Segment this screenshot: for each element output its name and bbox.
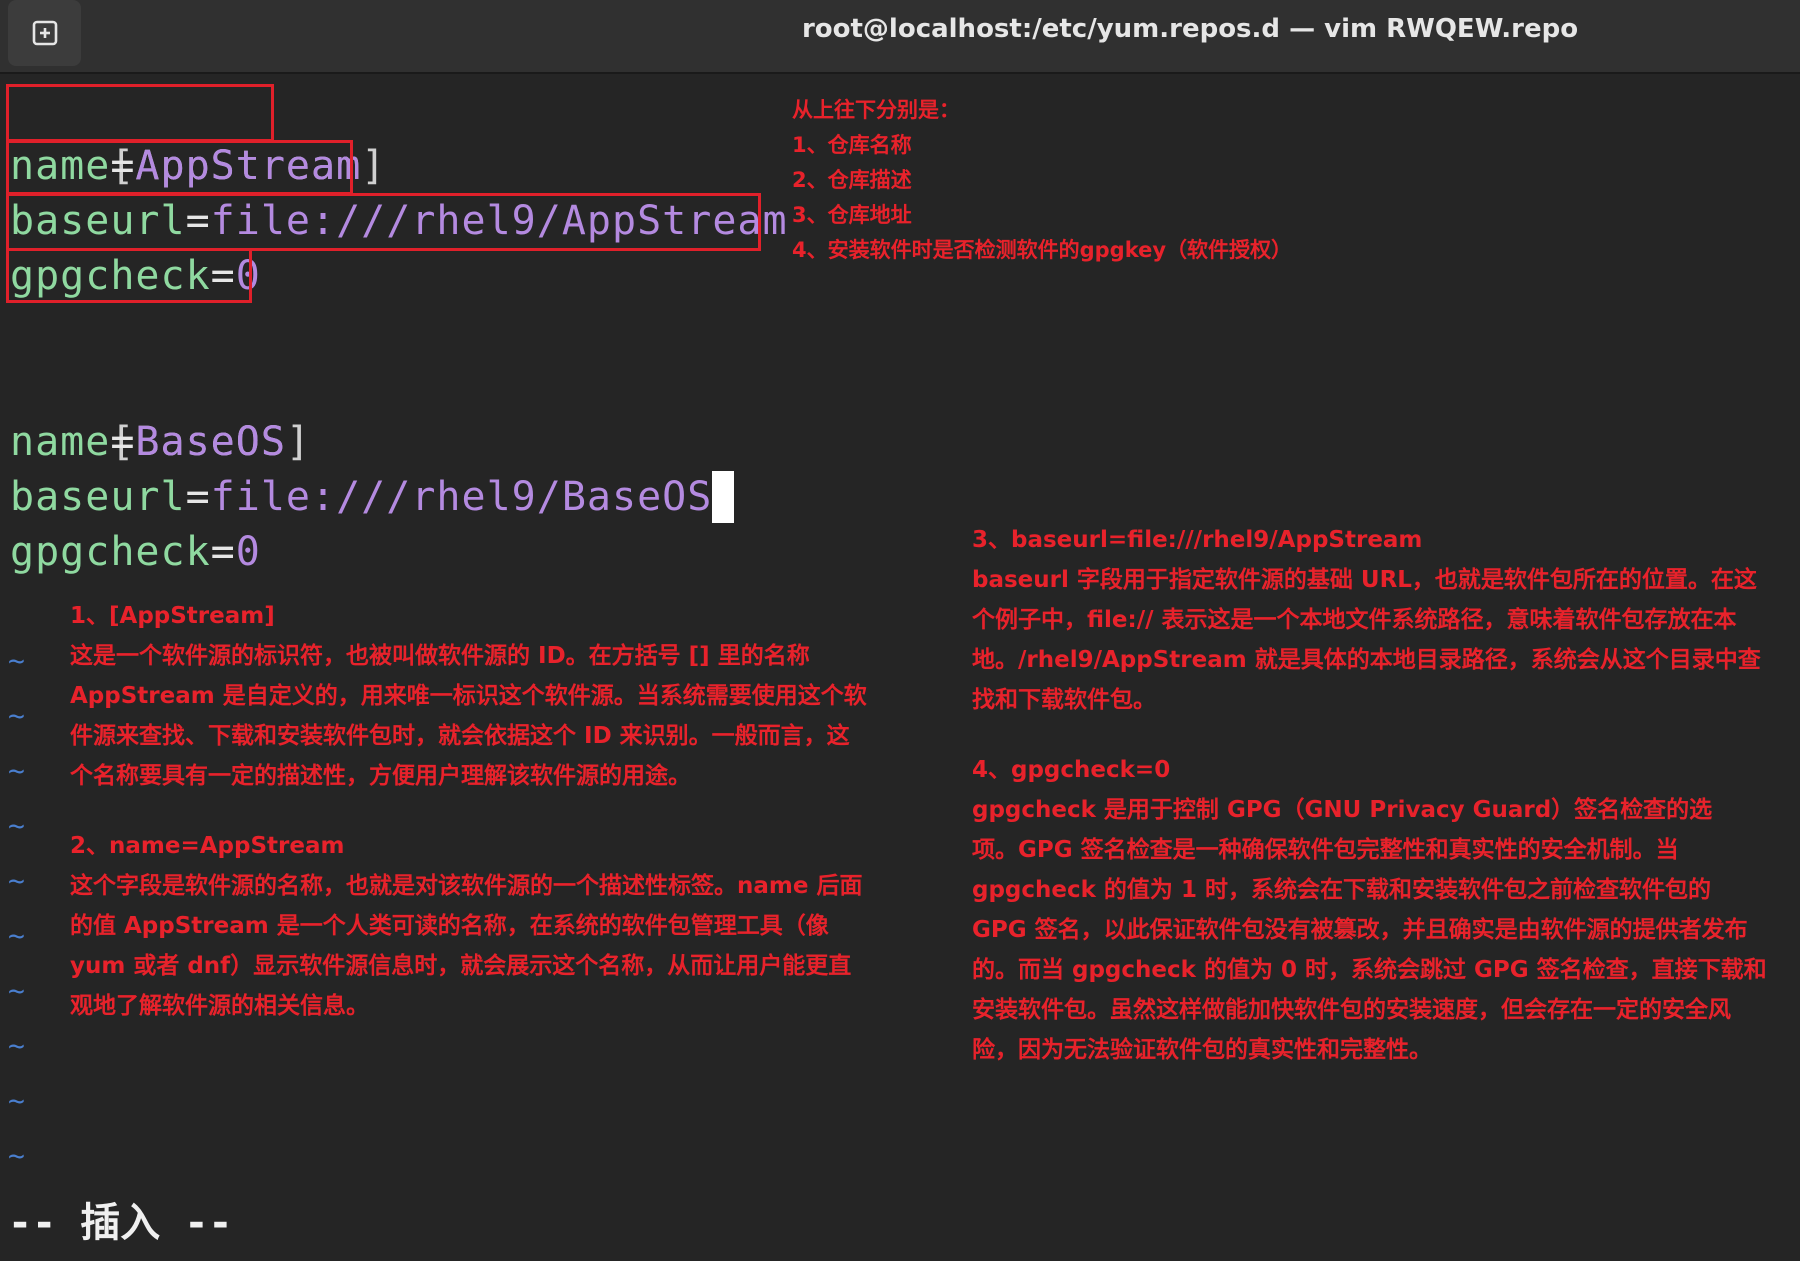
empty-line-tilde: ~: [8, 754, 25, 787]
highlight-box-repo-id: [6, 84, 274, 142]
code-line-header-baseos: [BaseOS]: [10, 360, 311, 465]
empty-line-tilde: ~: [8, 1139, 25, 1172]
annotation-line: GPG 签名，以此保证软件包没有被篡改，并且确实是由软件源的提供者发布: [972, 917, 1748, 943]
empty-line-tilde: ~: [8, 1029, 25, 1062]
key-baseurl: baseurl: [10, 474, 186, 520]
annotation-field-list: 从上往下分别是： 1、仓库名称 2、仓库描述 3、仓库地址 4、安装软件时是否检…: [792, 93, 1292, 268]
annotation-line: 这个字段是软件源的名称，也就是对该软件源的一个描述性标签。name 后面: [70, 873, 863, 899]
empty-line-tilde: ~: [8, 974, 25, 1007]
annotation-line: 1、仓库名称: [792, 133, 912, 157]
annotation-line: 找和下载软件包。: [972, 687, 1156, 713]
annotation-baseurl: 3、baseurl=file:///rhel9/AppStream baseur…: [972, 520, 1792, 720]
annotation-repo-id: 1、[AppStream] 这是一个软件源的标识符，也被叫做软件源的 ID。在方…: [70, 596, 890, 796]
key-name: name: [10, 419, 111, 465]
empty-line-tilde: ~: [8, 1084, 25, 1117]
annotation-heading: 4、gpgcheck=0: [972, 757, 1171, 783]
annotation-line: 2、仓库描述: [792, 168, 912, 192]
annotation-line: 这是一个软件源的标识符，也被叫做软件源的 ID。在方括号 [] 里的名称: [70, 643, 810, 669]
annotation-line: gpgcheck 是用于控制 GPG（GNU Privacy Guard）签名检…: [972, 797, 1713, 823]
title-bar: root@localhost:/etc/yum.repos.d — vim RW…: [0, 0, 1800, 74]
annotation-line: yum 或者 dnf）显示软件源信息时，就会展示这个名称，从而让用户能更直: [70, 953, 852, 979]
annotation-line: 4、安装软件时是否检测软件的gpgkey（软件授权）: [792, 238, 1293, 262]
annotation-line: 险，因为无法验证软件包的真实性和完整性。: [972, 1037, 1432, 1063]
annotation-line: 的。而当 gpgcheck 的值为 0 时，系统会跳过 GPG 签名检查，直接下…: [972, 957, 1767, 983]
annotation-name: 2、name=AppStream 这个字段是软件源的名称，也就是对该软件源的一个…: [70, 826, 890, 1026]
equals-sign: =: [185, 474, 211, 520]
annotation-line: 的值 AppStream 是一个人类可读的名称，在系统的软件包管理工具（像: [70, 913, 829, 939]
code-line-baseurl: baseurl=file:///rhel9/BaseOS: [10, 470, 735, 525]
annotation-line: baseurl 字段用于指定软件源的基础 URL，也就是软件包所在的位置。在这: [972, 567, 1757, 593]
annotation-line: 观地了解软件源的相关信息。: [70, 993, 369, 1019]
empty-line-tilde: ~: [8, 919, 25, 952]
annotation-line: 个名称要具有一定的描述性，方便用户理解该软件源的用途。: [70, 763, 691, 789]
highlight-box-name: [6, 140, 353, 195]
annotation-line: 从上往下分别是：: [792, 98, 960, 122]
annotation-heading: 1、[AppStream]: [70, 603, 275, 629]
annotation-line: 地。/rhel9/AppStream 就是具体的本地目录路径，系统会从这个目录中…: [972, 647, 1761, 673]
key-gpgcheck: gpgcheck: [10, 529, 211, 575]
text-cursor: [712, 471, 735, 523]
annotation-heading: 2、name=AppStream: [70, 833, 345, 859]
equals-sign: =: [110, 419, 136, 465]
value-gpgcheck: 0: [235, 529, 261, 575]
annotation-line: 件源来查找、下载和安装软件包时，就会依据这个 ID 来识别。一般而言，这: [70, 723, 850, 749]
value-baseurl: file:///rhel9/BaseOS: [210, 474, 713, 520]
value-name: BaseOS: [135, 419, 286, 465]
new-tab-icon: [32, 20, 57, 46]
window-title: root@localhost:/etc/yum.repos.d — vim RW…: [801, 14, 1579, 44]
code-line-name: name=BaseOS: [10, 415, 286, 470]
new-tab-button[interactable]: [8, 0, 81, 66]
annotation-line: gpgcheck 的值为 1 时，系统会在下载和安装软件包之前检查软件包的: [972, 877, 1711, 903]
empty-line-tilde: ~: [8, 699, 25, 732]
annotation-line: 3、仓库地址: [792, 203, 912, 227]
vim-mode-indicator: -- 插入 --: [8, 1200, 233, 1246]
highlight-box-baseurl: [6, 193, 761, 251]
empty-line-tilde: ~: [8, 644, 25, 677]
annotation-line: 个例子中，file:// 表示这是一个本地文件系统路径，意味着软件包存放在本: [972, 607, 1737, 633]
empty-line-tilde: ~: [8, 864, 25, 897]
annotation-line: AppStream 是自定义的，用来唯一标识这个软件源。当系统需要使用这个软: [70, 683, 867, 709]
annotation-gpgcheck: 4、gpgcheck=0 gpgcheck 是用于控制 GPG（GNU Priv…: [972, 750, 1792, 1070]
code-line-gpgcheck: gpgcheck=0: [10, 525, 261, 580]
empty-line-tilde: ~: [8, 809, 25, 842]
annotation-line: 安装软件包。虽然这样做能加快软件包的安装速度，但会存在一定的安全风: [972, 997, 1731, 1023]
annotation-line: 项。GPG 签名检查是一种确保软件包完整性和真实性的安全机制。当: [972, 837, 1679, 863]
equals-sign: =: [210, 529, 236, 575]
annotation-heading: 3、baseurl=file:///rhel9/AppStream: [972, 527, 1423, 553]
highlight-box-gpgcheck: [6, 248, 252, 303]
